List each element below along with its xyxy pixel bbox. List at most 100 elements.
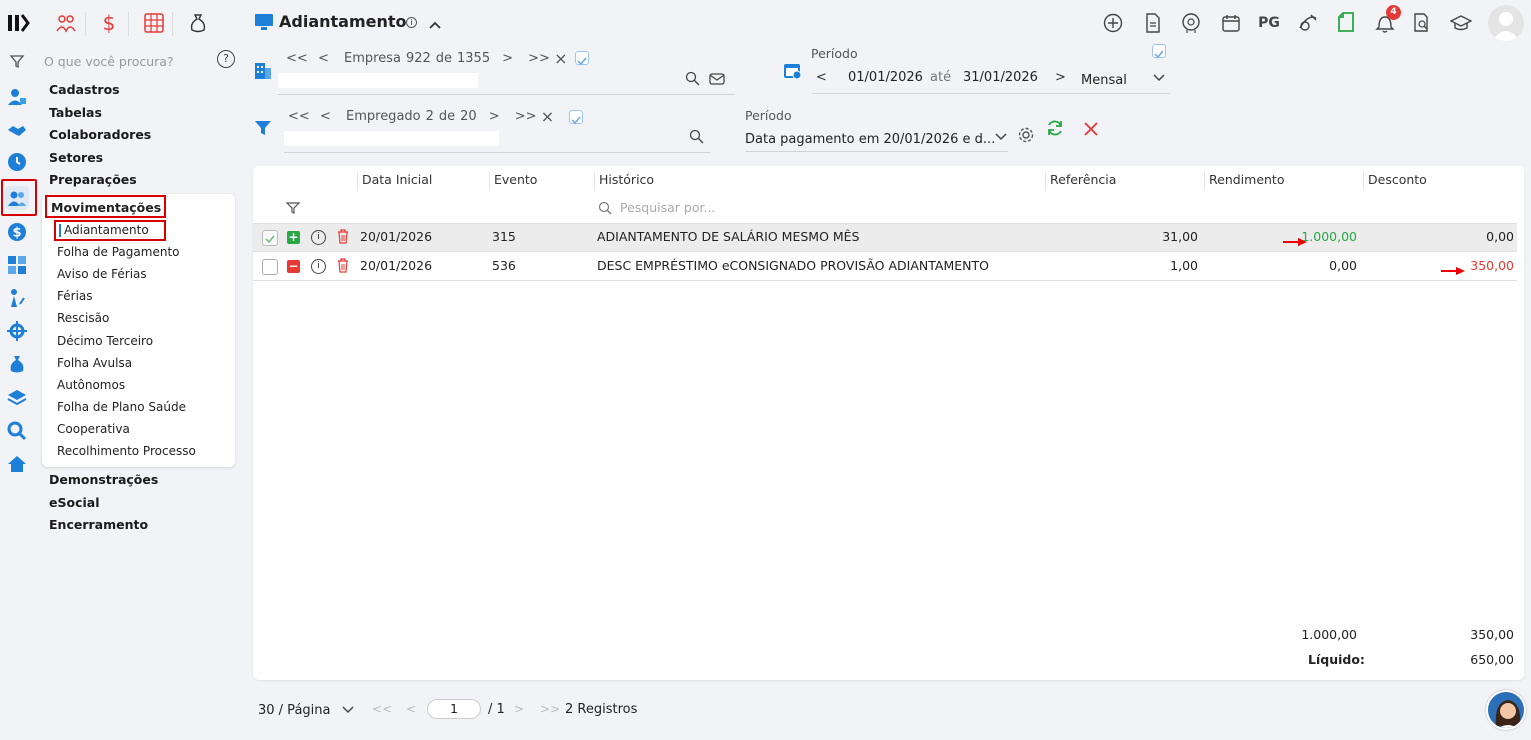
dollar-coin-icon[interactable]: $ <box>6 221 28 243</box>
handshake-icon[interactable] <box>6 119 28 141</box>
menu-cadastros[interactable]: Cadastros <box>49 82 120 97</box>
pg-button[interactable]: PG <box>1256 12 1282 34</box>
people-icon[interactable] <box>5 186 29 210</box>
submenu-autonomos[interactable]: Autônomos <box>57 378 125 392</box>
help-icon[interactable]: ? <box>217 50 235 68</box>
menu-movimentacoes[interactable]: Movimentações <box>45 195 166 218</box>
logo-icon[interactable] <box>6 12 30 34</box>
document-search-icon[interactable] <box>1411 12 1433 34</box>
trash-icon[interactable] <box>337 258 349 277</box>
header-referencia[interactable]: Referência <box>1045 172 1203 190</box>
calendar-icon[interactable] <box>1220 12 1242 34</box>
page-first-button[interactable]: << <box>372 702 392 716</box>
submenu-adiantamento[interactable]: Adiantamento <box>54 220 166 241</box>
empregado-checkbox[interactable] <box>569 110 583 125</box>
periodo2-select[interactable]: Data pagamento em 20/01/2026 e d... <box>745 128 1009 147</box>
page-last-button[interactable]: >> <box>540 702 560 716</box>
empregado-first-button[interactable]: << <box>288 109 320 124</box>
network-icon[interactable] <box>6 320 28 342</box>
empresa-next-button[interactable]: > <box>502 51 528 66</box>
empresa-search-icon[interactable] <box>685 71 700 90</box>
submenu-folha-pagamento[interactable]: Folha de Pagamento <box>57 245 179 259</box>
trash-icon[interactable] <box>337 229 349 248</box>
menu-encerramento[interactable]: Encerramento <box>49 517 148 532</box>
empregado-prev-button[interactable]: < <box>320 109 346 124</box>
filter-blue-icon[interactable] <box>254 119 272 141</box>
per-page-select[interactable]: 30 / Página <box>258 701 355 719</box>
header-desconto[interactable]: Desconto <box>1363 172 1521 190</box>
graduation-cap-icon[interactable] <box>1450 12 1472 34</box>
add-circle-icon[interactable] <box>1102 12 1124 34</box>
bag-icon[interactable] <box>187 12 209 34</box>
header-data-inicial[interactable]: Data Inicial <box>357 172 488 190</box>
periodo-prev-button[interactable]: < <box>816 70 827 85</box>
user-register-icon[interactable] <box>6 86 28 108</box>
settings-gear-icon[interactable] <box>1017 126 1035 148</box>
spreadsheet-icon[interactable] <box>143 12 165 34</box>
submenu-folha-avulsa[interactable]: Folha Avulsa <box>57 356 132 370</box>
submenu-recolhimento-processo[interactable]: Recolhimento Processo <box>57 444 196 458</box>
menu-tabelas[interactable]: Tabelas <box>49 105 102 120</box>
row-checkbox[interactable] <box>262 230 278 246</box>
collapse-chevron-icon[interactable] <box>428 15 442 34</box>
periodo-end[interactable]: 31/01/2026 <box>963 70 1038 85</box>
people-group-icon[interactable] <box>55 12 77 34</box>
page-next-button[interactable]: > <box>514 702 524 716</box>
row-checkbox[interactable] <box>262 259 278 275</box>
user-avatar[interactable] <box>1488 5 1524 41</box>
row-info-icon[interactable]: i <box>311 230 326 245</box>
sidebar-search[interactable]: O que você procura? <box>44 51 204 69</box>
clock-icon[interactable] <box>6 151 28 173</box>
empresa-prev-button[interactable]: < <box>318 51 344 66</box>
row-info-icon[interactable]: i <box>311 259 326 274</box>
refresh-icon[interactable] <box>1046 119 1064 141</box>
page-prev-button[interactable]: < <box>406 702 416 716</box>
submenu-folha-plano-saude[interactable]: Folha de Plano Saúde <box>57 400 186 414</box>
periodo-mode-select[interactable]: Mensal <box>1081 69 1169 88</box>
historico-search[interactable]: Pesquisar por... <box>598 200 898 216</box>
assistant-avatar[interactable] <box>1486 690 1526 730</box>
money-bag-icon[interactable] <box>6 353 28 375</box>
empregado-input[interactable] <box>284 131 499 146</box>
layers-icon[interactable] <box>6 386 28 408</box>
ai-head-icon[interactable] <box>1180 12 1202 34</box>
empresa-last-button[interactable]: >> <box>528 51 554 66</box>
header-rendimento[interactable]: Rendimento <box>1204 172 1362 190</box>
document-icon[interactable] <box>1142 12 1164 34</box>
periodo-start[interactable]: 01/01/2026 <box>848 70 923 85</box>
empresa-checkbox[interactable] <box>575 51 589 66</box>
filter-icon[interactable] <box>6 50 28 72</box>
empresa-close-button[interactable]: × <box>554 49 574 68</box>
calculator-icon[interactable] <box>6 254 28 276</box>
search-module-icon[interactable] <box>6 420 28 442</box>
submenu-rescisao[interactable]: Rescisão <box>57 311 109 325</box>
empresa-first-button[interactable]: << <box>286 51 318 66</box>
info-icon[interactable]: i <box>406 17 417 28</box>
menu-esocial[interactable]: eSocial <box>49 495 99 510</box>
header-evento[interactable]: Evento <box>489 172 594 190</box>
mail-icon[interactable] <box>709 71 725 90</box>
empregado-close-button[interactable]: × <box>541 107 561 126</box>
home-icon[interactable] <box>6 453 28 475</box>
submenu-aviso-ferias[interactable]: Aviso de Férias <box>57 267 147 281</box>
periodo-next-button[interactable]: > <box>1055 70 1066 85</box>
periodo-checkbox[interactable] <box>1152 44 1166 59</box>
clear-x-icon[interactable] <box>1084 121 1098 140</box>
menu-setores[interactable]: Setores <box>49 150 103 165</box>
empregado-last-button[interactable]: >> <box>515 109 541 124</box>
dollar-icon[interactable]: $ <box>98 11 120 35</box>
menu-demonstracoes[interactable]: Demonstrações <box>49 472 158 487</box>
header-historico[interactable]: Histórico <box>594 172 1045 190</box>
column-filter-icon[interactable] <box>285 200 301 219</box>
satellite-icon[interactable] <box>1297 12 1319 34</box>
submenu-ferias[interactable]: Férias <box>57 289 93 303</box>
page-input[interactable]: 1 <box>427 699 481 719</box>
empregado-next-button[interactable]: > <box>489 109 515 124</box>
menu-preparacoes[interactable]: Preparações <box>49 172 137 187</box>
empregado-search-icon[interactable] <box>689 129 704 148</box>
person-up-icon[interactable] <box>6 287 28 309</box>
submenu-cooperativa[interactable]: Cooperativa <box>57 422 130 436</box>
submenu-decimo-terceiro[interactable]: Décimo Terceiro <box>57 334 153 348</box>
green-document-icon[interactable] <box>1335 12 1357 34</box>
empresa-input[interactable] <box>278 73 478 88</box>
